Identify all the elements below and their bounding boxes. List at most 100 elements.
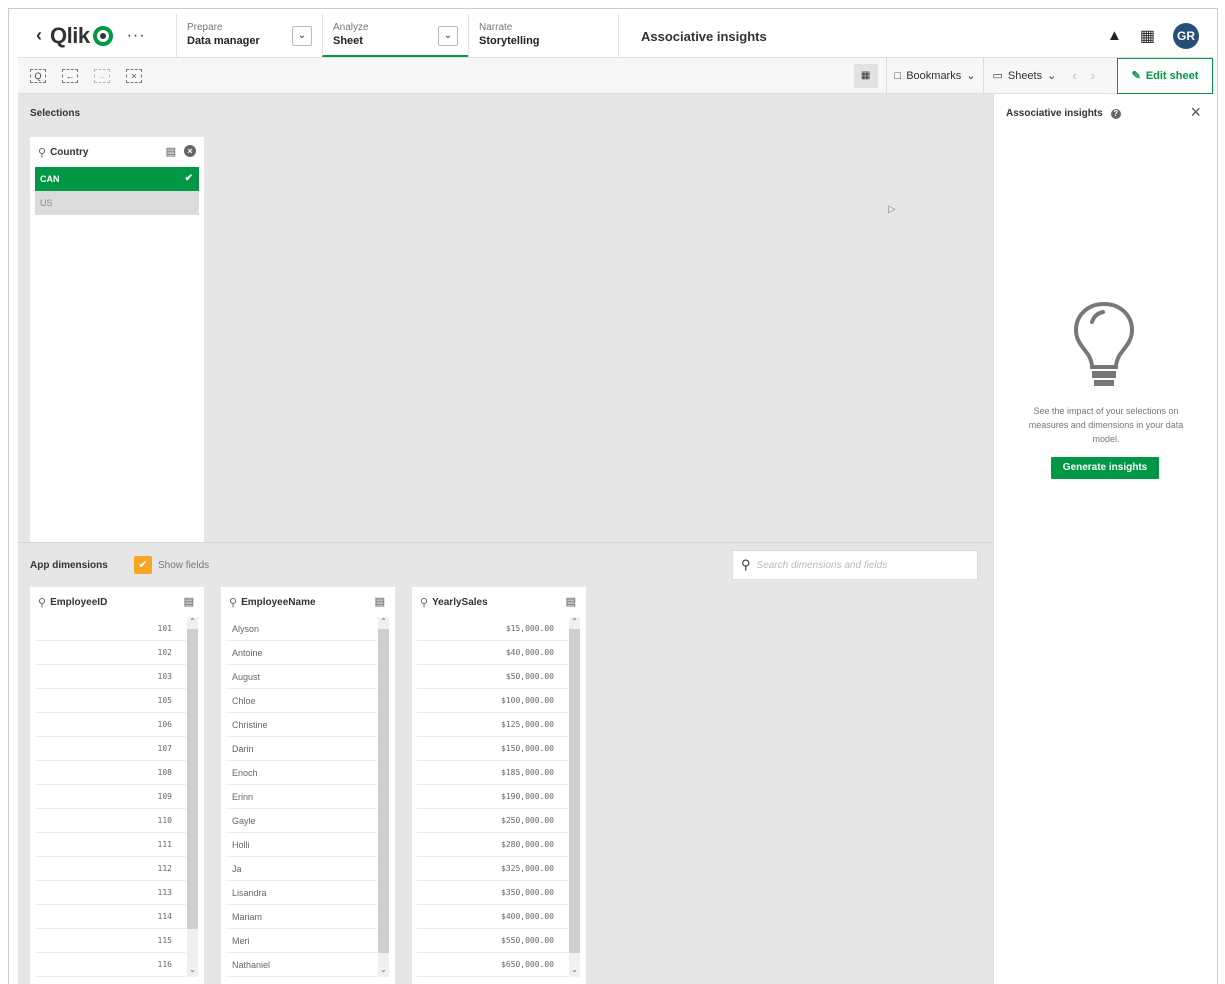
- list-item[interactable]: 103: [35, 665, 186, 689]
- chevron-down-icon[interactable]: ⌄: [187, 965, 198, 977]
- checkbox-checked-icon[interactable]: ✔: [134, 556, 152, 574]
- avatar[interactable]: GR: [1173, 22, 1199, 49]
- sheets-button[interactable]: ▭ Sheets ⌄: [983, 58, 1064, 93]
- search-icon[interactable]: ⚲: [420, 596, 428, 609]
- list-item[interactable]: $400,000.00: [417, 905, 568, 929]
- yearlysales-listbox: ⚲ YearlySales ▤ $15,000.00 $40,000.00 $50,…: [412, 587, 586, 984]
- insights-grid-icon[interactable]: ▦: [853, 63, 878, 88]
- list-item[interactable]: 101: [35, 617, 186, 641]
- list-item[interactable]: $150,000.00: [417, 737, 568, 761]
- list-item[interactable]: 115: [35, 929, 186, 953]
- list-item[interactable]: Alyson: [226, 617, 377, 641]
- clear-selections-icon[interactable]: ×: [126, 68, 142, 83]
- list-item[interactable]: 114: [35, 905, 186, 929]
- search-dimensions-input[interactable]: ⚲ Search dimensions and fields: [732, 550, 978, 580]
- search-icon[interactable]: ⚲: [229, 596, 237, 609]
- list-item[interactable]: $190,000.00: [417, 785, 568, 809]
- list-item[interactable]: Holli: [226, 833, 377, 857]
- nav-analyze[interactable]: Analyze Sheet ⌄: [322, 14, 468, 57]
- list-item[interactable]: $40,000.00: [417, 641, 568, 665]
- menu-icon[interactable]: ▤: [566, 595, 576, 608]
- list-item[interactable]: Enoch: [226, 761, 377, 785]
- list-item[interactable]: 106: [35, 713, 186, 737]
- list-item[interactable]: $350,000.00: [417, 881, 568, 905]
- list-item[interactable]: $125,000.00: [417, 713, 568, 737]
- step-back-icon[interactable]: ←: [62, 68, 78, 83]
- chevron-down-icon[interactable]: ⌄: [438, 26, 458, 46]
- list-item[interactable]: Nathaniel: [226, 953, 377, 977]
- scrollbar-thumb[interactable]: [569, 629, 580, 953]
- list-item[interactable]: 116: [35, 953, 186, 977]
- chevron-down-icon[interactable]: ⌄: [292, 26, 312, 46]
- list-item[interactable]: Meri: [226, 929, 377, 953]
- nav-narrate[interactable]: Narrate Storytelling: [468, 14, 618, 57]
- list-item[interactable]: Antoine: [226, 641, 377, 665]
- step-forward-icon[interactable]: →: [94, 68, 110, 83]
- clear-icon[interactable]: ×: [184, 145, 196, 157]
- edit-sheet-button[interactable]: ✎ Edit sheet: [1117, 57, 1213, 94]
- list-item[interactable]: 113: [35, 881, 186, 905]
- search-icon[interactable]: ⚲: [38, 596, 46, 609]
- generate-insights-button[interactable]: Generate insights: [1051, 457, 1159, 479]
- scrollbar-thumb[interactable]: [187, 629, 198, 929]
- list-item[interactable]: Gayle: [226, 809, 377, 833]
- back-icon[interactable]: ‹: [36, 25, 42, 46]
- list-item[interactable]: 107: [35, 737, 186, 761]
- list-item[interactable]: $185,000.00: [417, 761, 568, 785]
- chevron-down-icon: ⌄: [1047, 70, 1057, 82]
- list-item[interactable]: Lisandra: [226, 881, 377, 905]
- show-fields-toggle[interactable]: ✔ Show fields: [134, 556, 209, 574]
- chevron-down-icon[interactable]: ⌄: [569, 965, 580, 977]
- list-item[interactable]: Chloe: [226, 689, 377, 713]
- menu-icon[interactable]: ▤: [375, 595, 385, 608]
- list-item[interactable]: $325,000.00: [417, 857, 568, 881]
- scrollbar[interactable]: ⌃ ⌄: [569, 617, 580, 977]
- help-icon[interactable]: ?: [1110, 108, 1121, 119]
- chevron-up-icon[interactable]: ⌃: [569, 617, 580, 629]
- close-icon[interactable]: ×: [1190, 102, 1201, 123]
- list-item[interactable]: Ja: [226, 857, 377, 881]
- list-item[interactable]: 105: [35, 689, 186, 713]
- sheet-nav-arrows[interactable]: ‹›: [1064, 68, 1117, 83]
- more-icon[interactable]: ···: [127, 27, 146, 45]
- menu-icon[interactable]: ▤: [184, 595, 194, 608]
- chevron-up-icon[interactable]: ⌃: [187, 617, 198, 629]
- list-item[interactable]: $250,000.00: [417, 809, 568, 833]
- scrollbar-thumb[interactable]: [378, 629, 389, 953]
- scrollbar[interactable]: ⌃ ⌄: [378, 617, 389, 977]
- smart-search-icon[interactable]: Q: [30, 68, 46, 83]
- list-item[interactable]: $650,000.00: [417, 953, 568, 977]
- bell-icon[interactable]: ▲: [1107, 27, 1122, 44]
- bookmarks-button[interactable]: □ Bookmarks ⌄: [885, 58, 984, 93]
- list-item[interactable]: $280,000.00: [417, 833, 568, 857]
- qlik-logo[interactable]: Qlik: [50, 23, 113, 49]
- menu-icon[interactable]: ▤: [166, 145, 176, 158]
- bookmarks-label: Bookmarks: [906, 69, 962, 82]
- list-item[interactable]: 109: [35, 785, 186, 809]
- list-item[interactable]: 112: [35, 857, 186, 881]
- list-item[interactable]: $15,000.00: [417, 617, 568, 641]
- list-item[interactable]: $50,000.00: [417, 665, 568, 689]
- scrollbar[interactable]: ⌃ ⌄: [187, 617, 198, 977]
- list-item[interactable]: Christine: [226, 713, 377, 737]
- list-item[interactable]: Erinn: [226, 785, 377, 809]
- divider: [18, 542, 993, 543]
- list-item[interactable]: 111: [35, 833, 186, 857]
- list-item[interactable]: $550,000.00: [417, 929, 568, 953]
- chevron-down-icon[interactable]: ⌄: [378, 965, 389, 977]
- lightbulb-icon: [1073, 301, 1135, 386]
- header-actions: ▲ ▦ GR: [1107, 14, 1213, 57]
- chevron-up-icon[interactable]: ⌃: [378, 617, 389, 629]
- list-item[interactable]: Darin: [226, 737, 377, 761]
- list-item[interactable]: $100,000.00: [417, 689, 568, 713]
- list-item[interactable]: 108: [35, 761, 186, 785]
- apps-grid-icon[interactable]: ▦: [1140, 26, 1155, 46]
- list-item[interactable]: 102: [35, 641, 186, 665]
- list-item[interactable]: US: [35, 191, 199, 215]
- nav-prepare[interactable]: Prepare Data manager ⌄: [176, 14, 322, 57]
- list-item[interactable]: August: [226, 665, 377, 689]
- list-item[interactable]: Mariam: [226, 905, 377, 929]
- list-item[interactable]: CAN ✔: [35, 167, 199, 191]
- list-item[interactable]: 110: [35, 809, 186, 833]
- search-icon[interactable]: ⚲: [38, 146, 46, 159]
